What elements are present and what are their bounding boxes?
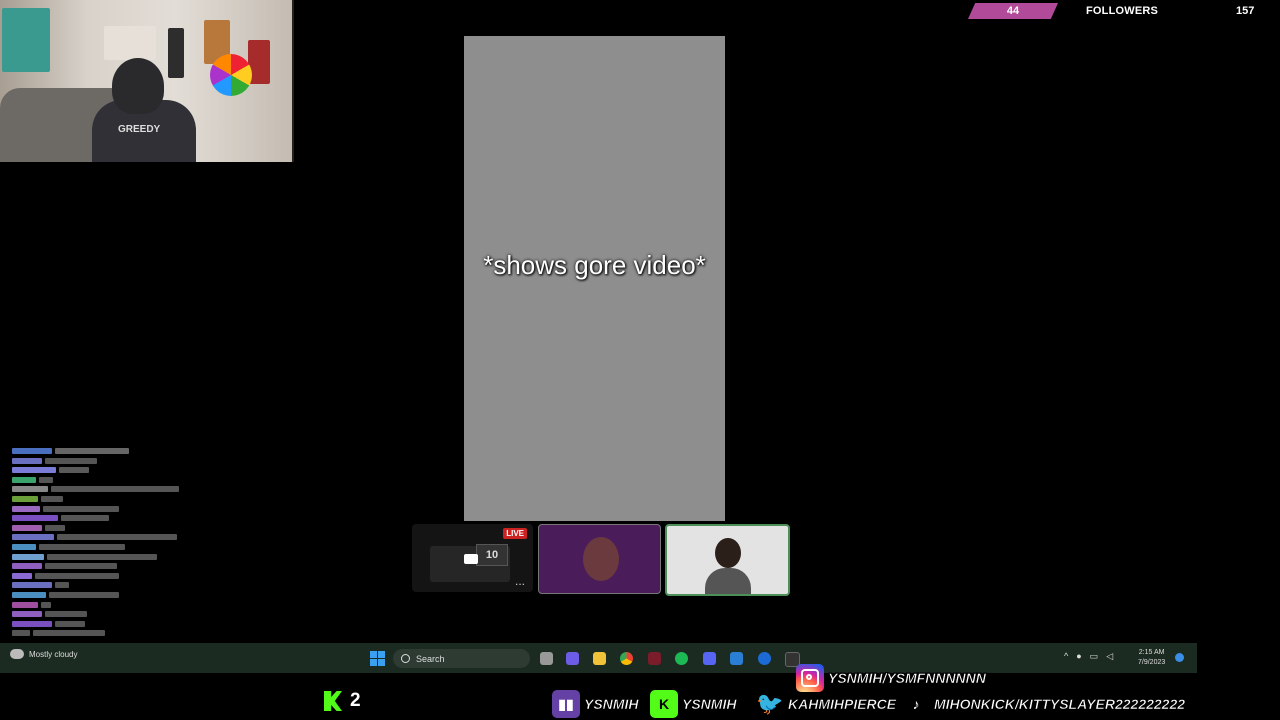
- webcam-poster: [168, 28, 184, 78]
- webcam-shelf: [104, 26, 156, 60]
- chat-overlay: [12, 448, 192, 640]
- chat-message: [12, 563, 192, 570]
- notification-icon[interactable]: [1175, 653, 1184, 662]
- microphone-icon[interactable]: ●: [1076, 651, 1081, 662]
- kick-icon: [324, 691, 342, 711]
- participant-avatar: [705, 534, 751, 594]
- tiktok-icon: ♪: [902, 690, 930, 718]
- instagram-icon: [796, 664, 824, 692]
- instagram-text: YSNMIH/YSMFNNNNNN: [828, 670, 986, 687]
- volume-icon[interactable]: ◁: [1106, 651, 1113, 662]
- steam-icon[interactable]: [730, 652, 743, 665]
- chat-message: [12, 486, 192, 493]
- taskbar-search[interactable]: Search: [393, 649, 530, 668]
- twitter-handle: 🐦 KAHMIHPIERCE: [756, 690, 896, 718]
- video-caption: *shows gore video*: [483, 250, 706, 280]
- followers-label: FOLLOWERS: [1086, 5, 1159, 17]
- twitch-handle: ▮▮ YSNMIH: [552, 690, 639, 718]
- kick-viewer-number: 2: [350, 690, 361, 711]
- kick-handle: K YSNMIH: [650, 690, 737, 718]
- chrome-icon[interactable]: [620, 652, 633, 665]
- weather-text: Mostly cloudy: [29, 649, 78, 659]
- tiktok-text: MIHONKICK/KITTYSLAYER222222222: [934, 696, 1186, 713]
- chat-message: [12, 591, 192, 599]
- prize-wheel: [210, 54, 252, 96]
- more-options-icon[interactable]: ...: [515, 574, 525, 588]
- network-icon[interactable]: ▭: [1090, 651, 1099, 662]
- chat-message: [12, 448, 192, 455]
- chat-message: [12, 582, 192, 589]
- clock-time: 2:15 AM: [1138, 649, 1165, 656]
- kick-viewer-count: 2: [324, 690, 361, 712]
- shirt-text: GREEDY: [118, 124, 161, 135]
- participant-tile-3[interactable]: [665, 524, 790, 596]
- windows-taskbar: Mostly cloudy Search ^ ● ▭ ◁ 2:15 AM 7/9…: [0, 643, 1197, 673]
- taskbar-clock[interactable]: 2:15 AM 7/9/2023: [1138, 648, 1165, 668]
- spotify-icon[interactable]: [675, 652, 688, 665]
- camera-icon: [464, 554, 478, 564]
- instagram-handle: YSNMIH/YSMFNNNNNN: [796, 664, 986, 692]
- kick-icon: K: [650, 690, 678, 718]
- chat-message: [12, 505, 192, 513]
- clock-date: 7/9/2023: [1138, 659, 1166, 666]
- tiktok-handle: ♪ MIHONKICK/KITTYSLAYER222222222: [902, 690, 1185, 718]
- chat-message: [12, 524, 192, 532]
- task-view-icon[interactable]: [540, 652, 553, 665]
- chat-message: [12, 476, 192, 484]
- twitch-text: YSNMIH: [584, 696, 639, 713]
- twitter-text: KAHMIHPIERCE: [788, 696, 897, 713]
- twitter-icon: 🐦: [756, 691, 784, 716]
- tv-screen: 10: [476, 544, 508, 566]
- participant-tile-2[interactable]: [538, 524, 661, 594]
- discord-icon[interactable]: [703, 652, 716, 665]
- cloud-icon: [10, 649, 24, 659]
- streamer-head: [112, 58, 164, 114]
- chat-message: [12, 457, 192, 465]
- chat-message: [12, 630, 192, 637]
- participant-face: [583, 537, 619, 581]
- chat-message: [12, 515, 192, 522]
- chat-message: [12, 553, 192, 561]
- search-label: Search: [416, 653, 445, 664]
- system-tray: ^ ● ▭ ◁: [1064, 651, 1113, 662]
- live-badge: LIVE: [503, 528, 527, 539]
- chat-message: [12, 495, 192, 503]
- chat-message: [12, 620, 192, 628]
- teams-icon[interactable]: [566, 652, 579, 665]
- chevron-up-icon[interactable]: ^: [1064, 651, 1068, 662]
- search-icon: [401, 654, 410, 663]
- followers-goal: 157: [1236, 5, 1255, 17]
- file-explorer-icon[interactable]: [593, 652, 606, 665]
- weather-widget[interactable]: Mostly cloudy: [10, 649, 77, 659]
- webcam-feed: GREEDY: [0, 0, 294, 162]
- chat-message: [12, 572, 192, 580]
- chat-message: [12, 467, 192, 474]
- kick-text: YSNMIH: [682, 696, 737, 713]
- app-icon[interactable]: [648, 652, 661, 665]
- followers-count: 44: [968, 3, 1058, 19]
- participant-tile-screen[interactable]: 10 LIVE ...: [412, 524, 533, 592]
- chat-message: [12, 534, 192, 541]
- followers-goal-bar: 44 FOLLOWERS: [968, 3, 1188, 19]
- chat-message: [12, 601, 192, 609]
- app-icon[interactable]: [758, 652, 771, 665]
- webcam-poster: [2, 8, 50, 72]
- windows-start-icon[interactable]: [370, 651, 385, 666]
- chat-message: [12, 543, 192, 551]
- chat-message: [12, 611, 192, 618]
- twitch-icon: ▮▮: [552, 690, 580, 718]
